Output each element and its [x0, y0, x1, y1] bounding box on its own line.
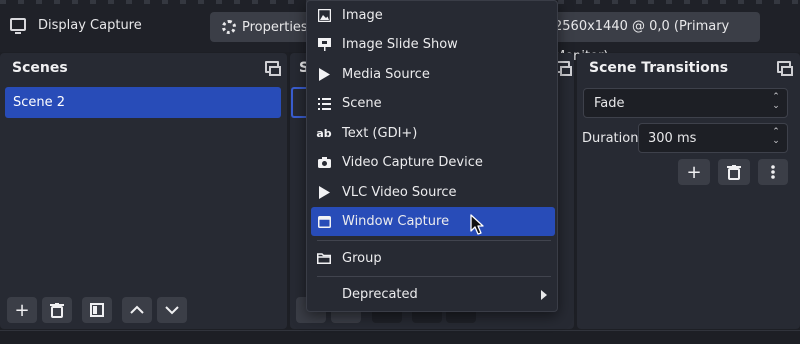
play-icon — [317, 68, 331, 82]
transition-menu-button[interactable] — [758, 159, 788, 185]
menu-separator — [317, 276, 551, 277]
filter-icon — [90, 303, 104, 317]
duration-spinbox[interactable]: 300 ms ⌃ ⌄ — [638, 123, 788, 153]
menu-item-label: Image — [342, 8, 383, 23]
transition-select[interactable]: Fade ⌃ ⌄ — [583, 88, 788, 118]
move-scene-down-button[interactable] — [157, 297, 187, 323]
scene-filters-button[interactable] — [82, 297, 112, 323]
slideshow-icon — [317, 38, 331, 52]
trash-icon — [727, 164, 741, 180]
undock-icon[interactable] — [556, 61, 572, 76]
menu-item-label: Image Slide Show — [342, 37, 458, 52]
blank-icon — [317, 288, 331, 302]
menu-item-vlc-video-source[interactable]: VLC Video Source — [311, 178, 555, 207]
menu-item-window-capture[interactable]: Window Capture — [311, 207, 555, 236]
move-scene-up-button[interactable] — [122, 297, 152, 323]
monitor-select[interactable]: 2560x1440 @ 0,0 (Primary Monitor) — [540, 12, 760, 64]
duration-label: Duration — [582, 131, 639, 146]
folder-icon — [317, 252, 331, 266]
menu-item-label: Media Source — [342, 67, 430, 82]
chevron-up-icon — [130, 305, 144, 314]
menu-item-video-capture-device[interactable]: Video Capture Device — [311, 148, 555, 177]
add-source-menu: Image Image Slide Show Media Source Scen… — [306, 0, 558, 312]
menu-item-image[interactable]: Image — [311, 1, 555, 30]
menu-item-label: Scene — [342, 96, 382, 111]
gear-icon — [222, 20, 236, 34]
undock-icon[interactable] — [265, 61, 281, 76]
menu-item-text-gdi[interactable]: ab Text (GDI+) — [311, 119, 555, 148]
menu-item-label: Group — [342, 251, 382, 266]
undock-icon[interactable] — [777, 61, 793, 76]
monitor-icon — [10, 18, 26, 34]
menu-item-label: Window Capture — [342, 214, 450, 229]
remove-scene-button[interactable] — [42, 297, 72, 323]
more-vertical-icon — [771, 165, 775, 179]
menu-item-scene[interactable]: Scene — [311, 89, 555, 118]
menu-item-label: VLC Video Source — [342, 185, 457, 200]
add-transition-button[interactable]: + — [678, 159, 710, 185]
transitions-dock-title: Scene Transitions — [589, 60, 729, 76]
submenu-arrow-icon — [541, 289, 547, 300]
duration-value: 300 ms — [648, 131, 697, 146]
scenes-dock-title: Scenes — [12, 60, 68, 76]
chevron-down-icon — [165, 306, 179, 315]
trash-icon — [50, 302, 64, 318]
plus-icon: + — [14, 299, 30, 321]
menu-item-group[interactable]: Group — [311, 244, 555, 273]
menu-item-label: Deprecated — [342, 287, 418, 302]
menu-separator — [317, 240, 551, 241]
scene-list-item[interactable]: Scene 2 — [5, 87, 281, 118]
menu-item-label: Text (GDI+) — [342, 126, 418, 141]
selected-source-name: Display Capture — [38, 18, 142, 33]
updown-icon: ⌃ ⌄ — [772, 92, 780, 111]
status-bar — [0, 330, 800, 344]
image-icon — [317, 9, 331, 23]
window-icon — [317, 215, 331, 229]
transition-value: Fade — [594, 96, 625, 111]
menu-item-media-source[interactable]: Media Source — [311, 60, 555, 89]
plus-icon: + — [686, 161, 702, 183]
updown-icon: ⌃ ⌄ — [772, 127, 780, 146]
camera-icon — [317, 156, 331, 170]
properties-label: Properties — [242, 19, 308, 35]
menu-item-deprecated[interactable]: Deprecated — [311, 280, 555, 309]
list-icon — [317, 97, 331, 111]
menu-item-label: Video Capture Device — [342, 155, 483, 170]
add-scene-button[interactable]: + — [7, 297, 37, 323]
remove-transition-button[interactable] — [718, 159, 750, 185]
source-list-item[interactable] — [291, 87, 307, 118]
mouse-cursor-icon — [470, 214, 484, 235]
properties-button[interactable]: Properties — [210, 12, 310, 42]
text-icon: ab — [316, 127, 332, 140]
menu-item-image-slide-show[interactable]: Image Slide Show — [311, 30, 555, 59]
play-icon — [317, 186, 331, 200]
